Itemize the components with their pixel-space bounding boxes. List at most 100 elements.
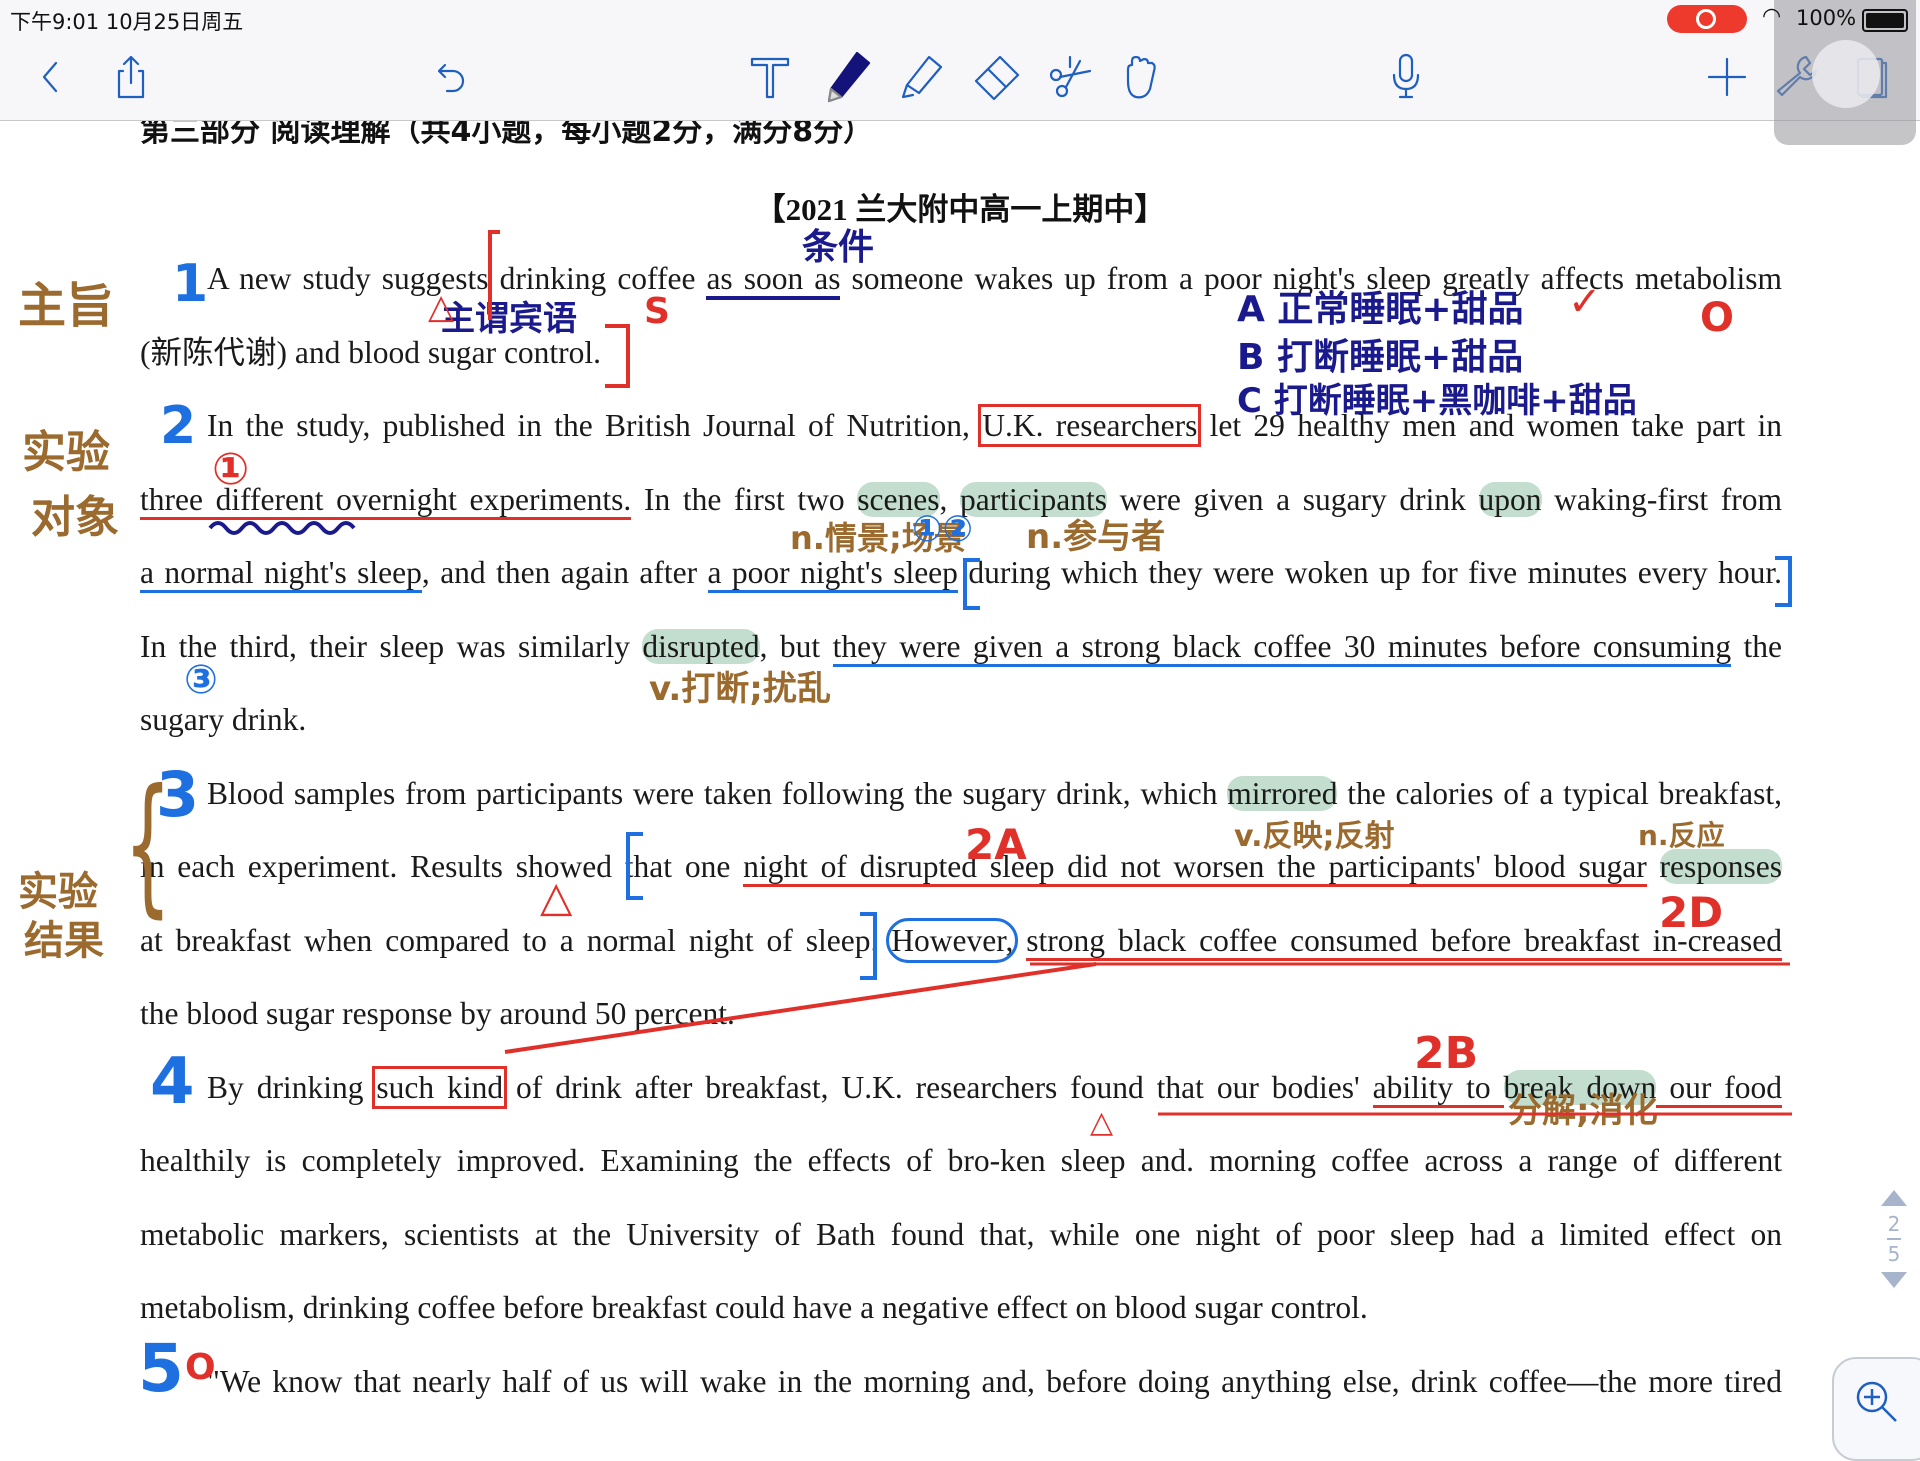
handwritten-annotation: O [185, 1347, 216, 1388]
status-bar: 下午9:01 10月25日周五 ◠ 100% [0, 0, 1920, 37]
battery-percent: 100% [1796, 6, 1857, 30]
handwritten-annotation: n.反应 [1638, 819, 1725, 852]
eraser-button[interactable] [966, 47, 1026, 107]
handwritten-annotation: v.打断;扰乱 [649, 669, 831, 709]
boxed-phrase: such kind [372, 1065, 508, 1109]
status-time: 下午9:01 10月25日周五 [10, 10, 244, 34]
handwritten-annotation: 1 [172, 254, 209, 314]
handwritten-annotation: 2B [1414, 1028, 1479, 1079]
microphone-icon [1392, 53, 1420, 99]
handwritten-annotation: B 打断睡眠+甜品 [1237, 337, 1524, 378]
handwritten-annotation: △ [540, 872, 573, 921]
eraser-icon [974, 55, 1020, 101]
highlighted-phrase: upon [1478, 481, 1542, 517]
text-span [1647, 849, 1660, 884]
handwritten-annotation: 4 [150, 1045, 195, 1119]
page-divider [1887, 1238, 1901, 1240]
back-button[interactable] [20, 47, 80, 107]
handwritten-annotation: n.参与者 [1026, 517, 1166, 557]
handwritten-annotation: △ [428, 287, 455, 327]
highlighted-phrase: participants [960, 481, 1107, 517]
battery-icon [1862, 9, 1908, 32]
exam-source: 【2021 兰大附中高一上期中】 [754, 192, 1166, 227]
hand-tool-button[interactable] [1110, 47, 1170, 107]
text-span: metabolism, drinking coffee before break… [140, 1290, 1368, 1325]
highlighter-icon [901, 55, 943, 99]
wifi-icon: ◠ [1762, 4, 1782, 29]
screen-recording-indicator[interactable] [1667, 5, 1747, 33]
undo-button[interactable] [421, 47, 481, 107]
handwritten-annotation: 实验 [22, 427, 110, 478]
pen-tool-button[interactable] [817, 47, 877, 107]
handwritten-annotation: 2 [160, 396, 197, 456]
highlighter-button[interactable] [891, 47, 951, 107]
handwritten-annotation: 分解;消化 [1508, 1091, 1658, 1131]
zoom-in-icon [1856, 1381, 1897, 1422]
add-button[interactable] [1697, 47, 1757, 107]
handwritten-annotation: 对象 [31, 492, 119, 543]
share-button[interactable] [101, 47, 161, 107]
handwritten-annotation: O [1700, 295, 1735, 341]
current-page: 2 [1887, 1212, 1901, 1236]
text-span: during which they were woken up for five… [957, 555, 1782, 590]
text-span: sugary drink. [140, 702, 307, 737]
text-span: By drinking [207, 1069, 377, 1105]
text-line: "We know that nearly half of us will wak… [207, 1362, 1782, 1402]
text-span: (新陈代谢) and blood sugar control. [140, 334, 602, 370]
text-span: , but [759, 628, 833, 664]
handwritten-annotation: ① [212, 444, 250, 495]
underlined-phrase: our food [1656, 1069, 1783, 1108]
highlighted-phrase: responses [1659, 849, 1782, 884]
text-line: metabolic markers, scientists at the Uni… [140, 1215, 1782, 1255]
text-span: Blood samples from participants were tak… [207, 775, 1228, 811]
add-icon [1707, 57, 1747, 97]
text-span: waking-first from [1541, 481, 1783, 517]
handwritten-annotation: 2A [965, 820, 1027, 869]
total-pages: 5 [1887, 1242, 1901, 1266]
microphone-button[interactable] [1376, 47, 1436, 107]
share-icon [117, 55, 145, 99]
circled-word: However, [886, 917, 1019, 963]
text-line: In the third, their sleep was similarly … [140, 627, 1782, 667]
text-span: the [1731, 628, 1783, 664]
text-tool-button[interactable] [740, 47, 800, 107]
lasso-scissors-icon [1049, 55, 1092, 98]
lasso-button[interactable] [1040, 47, 1100, 107]
document-page[interactable]: 第三部分 阅读理解（共4小题，每小题2分，满分8分） 【2021 兰大附中高一上… [0, 0, 1920, 1440]
back-icon [42, 61, 58, 93]
text-line: a normal night's sleep, and then again a… [140, 553, 1782, 593]
handwritten-annotation: ①② [912, 509, 973, 550]
text-line: at breakfast when compared to a normal n… [140, 917, 1782, 963]
text-span: in each experiment. Results showed that … [140, 849, 744, 884]
text-line: healthily is completely improved. Examin… [140, 1141, 1782, 1181]
toolbar [0, 37, 1920, 121]
previous-page-button[interactable] [1881, 1190, 1907, 1206]
handwritten-annotation: 条件 [802, 227, 875, 268]
handwritten-annotation: ✓ [1568, 279, 1602, 325]
text-tool-icon [750, 57, 790, 99]
handwritten-annotation: S [644, 291, 670, 332]
handwritten-annotation: 主谓宾语 [441, 299, 577, 339]
text-span: healthily is completely improved. Examin… [140, 1143, 1782, 1178]
hand-icon [1126, 55, 1156, 99]
zoom-button[interactable] [1832, 1357, 1920, 1461]
undo-icon [437, 63, 465, 93]
text-span: "We know that nearly half of us will wak… [207, 1363, 1782, 1399]
handwritten-annotation: v.反映;反射 [1234, 819, 1395, 854]
boxed-phrase: U.K. researchers [978, 404, 1202, 447]
text-span: at breakfast when compared to a normal n… [140, 922, 892, 958]
text-span [1013, 923, 1026, 958]
navy-wave [208, 521, 356, 535]
handwritten-annotation: C 打断睡眠+黑咖啡+甜品 [1237, 381, 1637, 421]
text-span: the blood sugar response by around 50 pe… [140, 996, 735, 1031]
handwritten-annotation: 实验 [18, 869, 98, 915]
underlined-phrase: they were given a strong black coffee 30… [832, 628, 1732, 667]
text-span: , and then again after [421, 555, 708, 590]
handwritten-annotation: 5 [138, 1330, 184, 1407]
underlined-phrase: a normal night's sleep [140, 555, 422, 593]
text-span: A new study suggests drinking coffee [207, 261, 707, 296]
handwritten-annotation: ③ [184, 657, 218, 703]
text-span: metabolic markers, scientists at the Uni… [140, 1216, 1782, 1252]
next-page-button[interactable] [1881, 1272, 1907, 1288]
text-line: the blood sugar response by around 50 pe… [140, 994, 1782, 1034]
